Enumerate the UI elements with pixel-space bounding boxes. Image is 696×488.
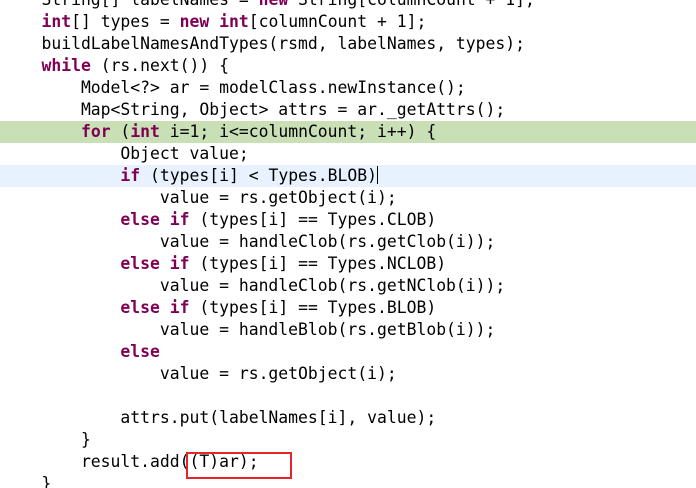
code-keyword: int	[130, 122, 160, 141]
code-text: value = rs.getObject(i);	[2, 364, 397, 383]
code-editor[interactable]: String[] labelNames = new String[columnC…	[0, 0, 696, 488]
code-text: String[] labelNames =	[2, 0, 259, 9]
code-text: Object value;	[2, 144, 249, 163]
code-line[interactable]: value = rs.getObject(i);	[0, 363, 696, 385]
code-line[interactable]: else if (types[i] == Types.BLOB)	[0, 297, 696, 319]
code-text: (types[i] < Types.BLOB)	[140, 166, 378, 185]
code-keyword: else	[120, 342, 160, 361]
code-line[interactable]: Map<String, Object> attrs = ar._getAttrs…	[0, 99, 696, 121]
code-line[interactable]: value = handleClob(rs.getNClob(i));	[0, 275, 696, 297]
code-line[interactable]: else if (types[i] == Types.CLOB)	[0, 209, 696, 231]
code-line[interactable]: buildLabelNamesAndTypes(rsmd, labelNames…	[0, 33, 696, 55]
code-text: value = rs.getObject(i);	[2, 188, 397, 207]
code-line[interactable]: attrs.put(labelNames[i], value);	[0, 407, 696, 429]
code-text: (types[i] == Types.BLOB)	[189, 298, 437, 317]
annotation-highlight-box	[186, 452, 292, 479]
code-text: [columnCount + 1];	[248, 12, 427, 31]
code-line[interactable]: value = handleBlob(rs.getBlob(i));	[0, 319, 696, 341]
code-line[interactable]: result.add((T)ar);	[0, 451, 696, 473]
code-keyword: else	[120, 210, 160, 229]
code-text: (types[i] == Types.CLOB)	[189, 210, 437, 229]
code-line[interactable]: String[] labelNames = new String[columnC…	[0, 0, 696, 11]
code-text: Model<?> ar = modelClass.newInstance();	[2, 78, 466, 97]
code-line[interactable]: for (int i=1; i<=columnCount; i++) {	[0, 121, 696, 143]
code-text: [] types =	[71, 12, 180, 31]
code-keyword: new	[179, 12, 210, 31]
code-keyword: for	[80, 122, 111, 141]
code-text: value = handleBlob(rs.getBlob(i));	[2, 320, 496, 339]
code-text: value = handleClob(rs.getClob(i));	[2, 232, 496, 251]
code-text: (	[110, 122, 131, 141]
code-keyword: else	[120, 298, 160, 317]
code-line[interactable]: else if (types[i] == Types.NCLOB)	[0, 253, 696, 275]
code-line[interactable]: while (rs.next()) {	[0, 55, 696, 77]
text-caret	[377, 166, 379, 184]
code-text: }	[2, 430, 91, 449]
code-text: buildLabelNamesAndTypes(rsmd, labelNames…	[2, 34, 526, 53]
code-line[interactable]: value = rs.getObject(i);	[0, 187, 696, 209]
code-keyword: new	[259, 0, 289, 9]
code-line[interactable]: else	[0, 341, 696, 363]
code-text: value = handleClob(rs.getNClob(i));	[2, 276, 506, 295]
code-keyword: int	[219, 12, 249, 31]
code-text: }	[2, 474, 52, 488]
code-line[interactable]: if (types[i] < Types.BLOB)	[0, 165, 696, 187]
code-line[interactable]: Model<?> ar = modelClass.newInstance();	[0, 77, 696, 99]
code-text: attrs.put(labelNames[i], value);	[2, 408, 437, 427]
code-line[interactable]: }	[0, 473, 696, 488]
code-text: String[columnCount + 1];	[288, 0, 535, 9]
code-keyword: if	[169, 210, 190, 229]
code-line[interactable]	[0, 385, 696, 407]
code-text: (rs.next()) {	[90, 56, 229, 75]
code-line[interactable]: int[] types = new int[columnCount + 1];	[0, 11, 696, 33]
code-text: (types[i] == Types.NCLOB)	[189, 254, 447, 273]
code-keyword: if	[169, 298, 190, 317]
code-keyword: if	[120, 166, 141, 185]
code-keyword: while	[41, 56, 91, 75]
code-line[interactable]: value = handleClob(rs.getClob(i));	[0, 231, 696, 253]
code-keyword: if	[169, 254, 190, 273]
code-text: Map<String, Object> attrs = ar._getAttrs…	[2, 100, 506, 119]
code-keyword: int	[41, 12, 72, 31]
code-text: i=1; i<=columnCount; i++) {	[159, 122, 437, 141]
code-line[interactable]: Object value;	[0, 143, 696, 165]
code-keyword: else	[120, 254, 160, 273]
code-line[interactable]: }	[0, 429, 696, 451]
